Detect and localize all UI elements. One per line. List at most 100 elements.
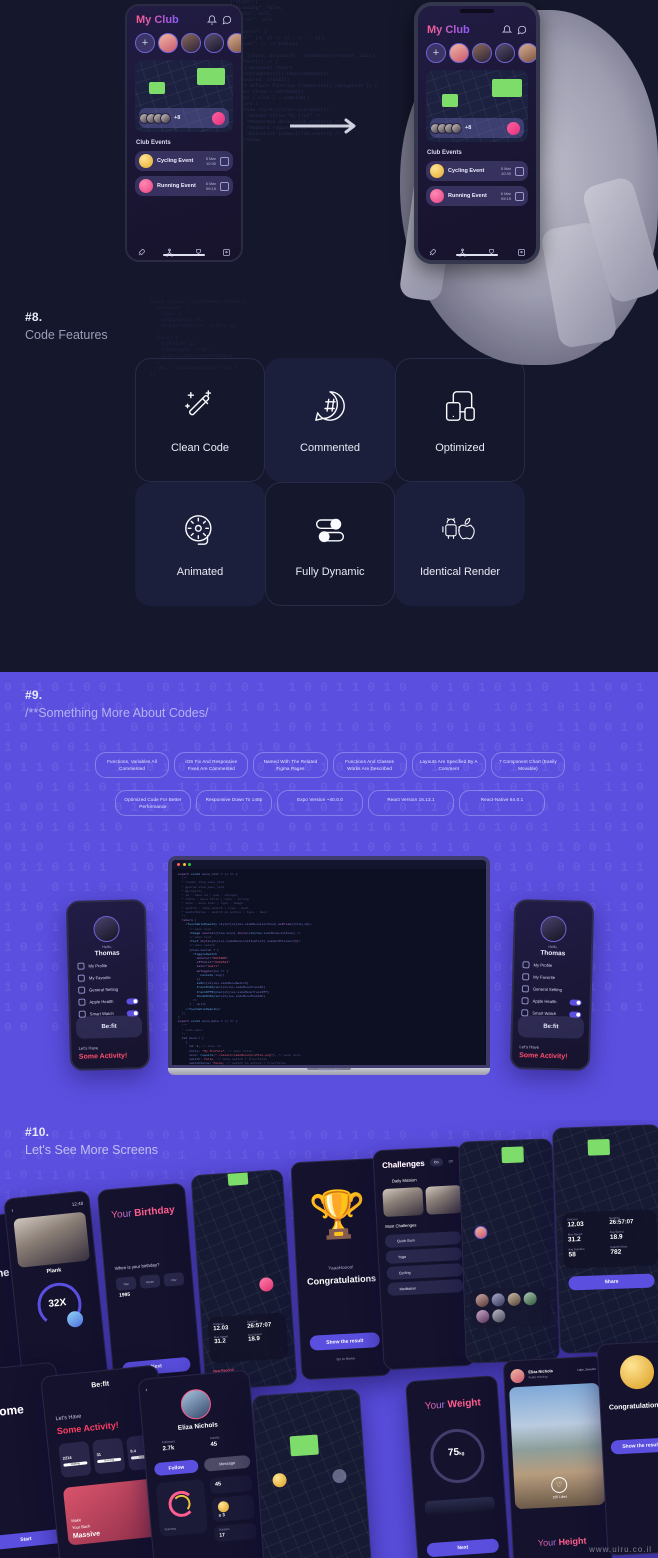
next-button[interactable]: Next xyxy=(426,1538,500,1558)
minimize-icon[interactable] xyxy=(182,863,186,866)
menu-item-my-favorite[interactable]: My Favorite xyxy=(77,973,138,982)
network-icon[interactable] xyxy=(165,244,174,256)
feature-card-fully-dynamic[interactable]: Fully Dynamic xyxy=(265,482,395,606)
menu-item-general-setting[interactable]: General Setting xyxy=(521,985,582,994)
message-icon[interactable] xyxy=(222,15,232,25)
screen-coin-reward[interactable]: Congratulations Show the result xyxy=(596,1340,658,1556)
screen-run-summary[interactable]: Distance 12.03 Max Speed 31.2 Avg Durati… xyxy=(552,1124,658,1354)
feature-card-commented[interactable]: Commented xyxy=(265,358,395,482)
maximize-icon[interactable] xyxy=(188,863,191,866)
member-avatar[interactable] xyxy=(518,43,536,63)
go-home-link[interactable]: Go to Home xyxy=(336,1356,354,1361)
trophy-icon[interactable] xyxy=(487,244,496,255)
toggle-switch[interactable] xyxy=(126,997,139,1005)
toggle-on[interactable]: On xyxy=(429,1157,443,1167)
message-icon[interactable] xyxy=(517,25,527,35)
profile-icon[interactable] xyxy=(517,244,526,256)
feature-card-optimized[interactable]: Optimized xyxy=(395,358,525,482)
show-result-button[interactable]: Show the result xyxy=(610,1437,658,1455)
activity-card[interactable]: 2214 Walking xyxy=(58,1441,92,1478)
feature-card-clean-code[interactable]: Clean Code xyxy=(135,358,265,482)
menu-item-apple-health[interactable]: Apple Health xyxy=(521,997,582,1006)
member-avatar[interactable] xyxy=(181,33,201,53)
event-row[interactable]: Running Event 6 Mar 09:15 xyxy=(426,186,528,206)
field-year[interactable]: Year xyxy=(115,1276,137,1291)
menu-item-my-favorite[interactable]: My Favorite xyxy=(522,973,582,982)
event-bookmark-icon[interactable] xyxy=(220,156,229,166)
event-row[interactable]: Cycling Event 5 Mar 10:30 xyxy=(135,151,233,171)
menu-item-general-setting[interactable]: General Setting xyxy=(78,985,138,994)
member-avatar[interactable] xyxy=(227,33,241,53)
member-avatar[interactable] xyxy=(449,43,469,63)
menu-item-apple-health[interactable]: Apple Health xyxy=(78,997,139,1006)
bell-icon[interactable] xyxy=(207,15,217,25)
map-marker[interactable] xyxy=(258,1276,274,1292)
event-bookmark-icon[interactable] xyxy=(515,191,524,201)
challenge-item[interactable]: Cycling xyxy=(386,1263,463,1280)
event-row[interactable]: Cycling Event 5 Mar 10:30 xyxy=(426,161,528,181)
close-icon[interactable] xyxy=(177,863,180,866)
feature-card-animated[interactable]: Animated xyxy=(135,482,265,606)
challenge-item[interactable]: Meditation xyxy=(387,1278,464,1296)
challenge-item[interactable]: Yoga xyxy=(385,1247,463,1264)
screen-run-map-1[interactable]: Distance 12.03 Max Speed 31.2 Duration 2… xyxy=(190,1169,298,1391)
field-day[interactable]: Day xyxy=(163,1272,185,1287)
event-bookmark-icon[interactable] xyxy=(220,181,229,191)
rocket-icon[interactable] xyxy=(137,244,146,255)
profile-icon[interactable] xyxy=(222,244,231,256)
toggle-switch[interactable] xyxy=(569,998,582,1006)
map-avatar[interactable] xyxy=(474,1225,488,1240)
friend-avatar[interactable] xyxy=(507,1292,521,1307)
pill-row-2: Optimized Code For Better Performance Re… xyxy=(95,790,565,816)
challenge-thumb[interactable] xyxy=(425,1184,463,1215)
field-month[interactable]: Month xyxy=(139,1274,161,1289)
screen-user-profile[interactable]: ‹ Eliza Nichols Followers 2.7k Activity … xyxy=(137,1369,267,1558)
event-bookmark-icon[interactable] xyxy=(515,166,524,176)
friend-avatar[interactable] xyxy=(491,1293,505,1307)
map-card[interactable]: +8 xyxy=(426,70,528,142)
activity-card[interactable]: 31 Running xyxy=(92,1437,126,1475)
play-button[interactable] xyxy=(66,1310,84,1329)
map-marker[interactable] xyxy=(331,1468,347,1484)
bell-icon[interactable] xyxy=(502,25,512,35)
event-row[interactable]: Running Event 6 Mar 09:15 xyxy=(135,176,233,196)
friend-avatar[interactable] xyxy=(476,1309,490,1324)
toggle-off[interactable]: Off xyxy=(444,1157,457,1166)
member-avatar[interactable] xyxy=(204,33,224,53)
map-action-button[interactable] xyxy=(212,111,225,125)
friend-avatar[interactable] xyxy=(475,1293,489,1308)
feature-card-identical-render[interactable]: Identical Render xyxy=(395,482,525,606)
challenge-toggle[interactable]: On Off xyxy=(429,1157,457,1167)
friend-avatar[interactable] xyxy=(523,1292,537,1306)
trophy-icon[interactable] xyxy=(194,244,203,255)
avatar[interactable] xyxy=(510,1368,525,1384)
rocket-icon[interactable] xyxy=(428,244,437,255)
message-button[interactable]: Message xyxy=(203,1454,251,1472)
member-avatar[interactable] xyxy=(495,43,515,63)
menu-item-my-profile[interactable]: My Profile xyxy=(77,961,137,970)
member-avatar[interactable] xyxy=(158,33,178,53)
add-member-button[interactable]: + xyxy=(426,43,446,63)
network-icon[interactable] xyxy=(458,244,467,256)
show-result-button[interactable]: Show the result xyxy=(309,1332,381,1351)
film-reel-icon xyxy=(185,515,212,545)
weight-slider[interactable] xyxy=(424,1496,496,1516)
feature-pill: Optimized Code For Better Performance xyxy=(115,790,191,816)
map-marker[interactable] xyxy=(272,1472,288,1488)
challenge-item[interactable]: Quick Burn xyxy=(384,1231,462,1249)
screen-activity-feed[interactable]: Eliza Nichols Public Running Lake, Swede… xyxy=(502,1355,614,1558)
screen-map-bottom[interactable]: My Club xyxy=(251,1388,373,1558)
share-button[interactable]: Share xyxy=(568,1273,655,1291)
follow-button[interactable]: Follow xyxy=(153,1459,199,1477)
screen-weight[interactable]: Your Weight 75kg Next Skip xyxy=(405,1375,511,1558)
back-icon[interactable]: ‹ xyxy=(11,1208,14,1214)
screen-run-map-2[interactable] xyxy=(458,1138,560,1364)
member-avatar[interactable] xyxy=(472,43,492,63)
add-member-button[interactable]: + xyxy=(135,33,155,53)
challenge-thumb[interactable] xyxy=(382,1186,424,1218)
back-icon[interactable]: ‹ xyxy=(145,1387,148,1393)
friend-avatar[interactable] xyxy=(492,1309,506,1323)
menu-item-my-profile[interactable]: My Profile xyxy=(522,961,582,970)
map-card[interactable]: +8 xyxy=(135,60,233,132)
map-action-button[interactable] xyxy=(507,121,520,135)
